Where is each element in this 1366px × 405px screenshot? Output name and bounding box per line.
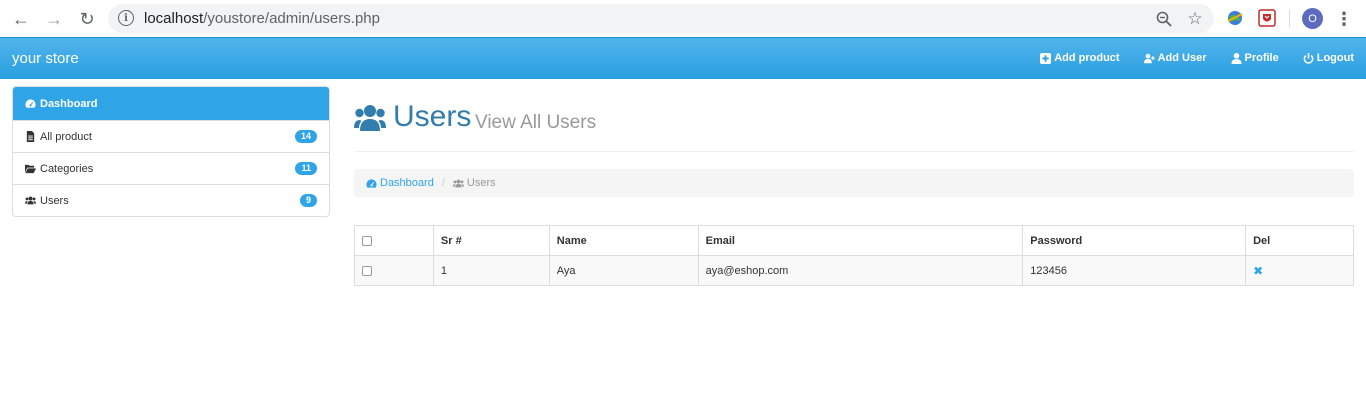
forward-arrow-icon[interactable]: → [43,8,65,30]
extension-shield-icon[interactable] [1258,9,1276,27]
zoom-icon[interactable] [1154,9,1174,29]
info-icon[interactable]: i [118,10,134,26]
profile-avatar[interactable]: O [1302,8,1323,29]
row-select-cell [354,255,434,286]
brand-link[interactable]: your store [12,50,79,67]
column-header-password: Password [1022,225,1247,256]
page-header: Users View All Users [354,100,1354,152]
page-title: Users [393,100,472,133]
users-icon [452,179,464,187]
navbar-links: Add product Add User Profile Logout [1040,52,1354,64]
column-header-email: Email [697,225,1024,256]
sidebar-item-label: Dashboard [40,97,98,110]
users-icon [354,105,386,131]
bookmark-star-icon[interactable]: ☆ [1185,9,1205,29]
plus-square-icon [1040,52,1052,64]
add-user-label: Add User [1157,52,1207,64]
sidebar-item-label: Users [40,194,69,207]
profile-link[interactable]: Profile [1230,52,1279,64]
dashboard-icon [366,178,377,188]
count-badge: 9 [299,194,317,207]
sidebar-item-all-product[interactable]: All product 14 [13,120,329,152]
breadcrumb: Dashboard / Users [354,169,1354,197]
add-user-link[interactable]: Add User [1143,52,1207,64]
power-icon [1303,52,1314,64]
sidebar-item-label: All product [40,130,92,143]
sidebar-item-label: Categories [40,162,94,175]
browser-toolbar: ← → ↻ i localhost/youstore/admin/users.p… [0,0,1366,37]
table-header-row: Sr # Name Email Password Del [354,225,1354,256]
logout-link[interactable]: Logout [1303,52,1354,64]
logout-label: Logout [1316,52,1354,64]
url-path: /youstore/admin/users.php [203,10,380,27]
column-header-del: Del [1245,225,1354,256]
select-all-cell [354,225,434,256]
users-table: Sr # Name Email Password Del 1 Aya aya@e… [354,225,1354,286]
count-badge: 11 [295,162,317,175]
user-icon [1230,52,1242,64]
cell-sr: 1 [432,255,550,286]
profile-label: Profile [1244,52,1279,64]
table-row: 1 Aya aya@eshop.com 123456 ✖ [354,255,1354,286]
count-badge: 14 [294,130,317,143]
breadcrumb-home-label: Dashboard [380,177,434,189]
row-checkbox[interactable] [362,265,372,276]
user-plus-icon [1143,53,1155,63]
add-product-link[interactable]: Add product [1040,52,1120,64]
breadcrumb-dashboard-link[interactable]: Dashboard [366,177,434,189]
reload-icon[interactable]: ↻ [76,8,98,30]
extension-globe-icon[interactable] [1226,9,1244,27]
cell-email: aya@eshop.com [697,255,1024,286]
sidebar-menu: Dashboard All product 14 Categories 11 U… [12,86,330,217]
back-arrow-icon[interactable]: ← [10,8,32,30]
sidebar-item-dashboard[interactable]: Dashboard [13,87,329,120]
column-header-sr: Sr # [432,225,550,256]
add-product-label: Add product [1054,52,1120,64]
cell-password: 123456 [1022,255,1247,286]
sidebar-item-users[interactable]: Users 9 [13,184,329,216]
breadcrumb-current-label: Users [466,177,496,189]
top-navbar: your store Add product Add User Profile … [0,37,1366,79]
file-icon [26,131,35,142]
cell-del: ✖ [1245,255,1354,286]
users-icon [25,196,36,205]
breadcrumb-separator: / [441,177,445,189]
url-host: localhost [144,10,204,27]
cell-name: Aya [548,255,699,286]
dashboard-icon [25,99,36,108]
toolbar-divider [1289,10,1290,27]
column-header-name: Name [548,225,699,256]
delete-icon[interactable]: ✖ [1253,264,1263,278]
url-text[interactable]: localhost/youstore/admin/users.php [144,10,380,27]
sidebar-item-categories[interactable]: Categories 11 [13,152,329,184]
breadcrumb-current: Users [452,177,496,189]
menu-kebab-icon[interactable]: ⋮ [1335,8,1353,30]
select-all-checkbox[interactable] [362,235,372,246]
page-subtitle: View All Users [475,112,597,133]
folder-open-icon [25,164,36,174]
address-bar[interactable]: i localhost/youstore/admin/users.php ☆ [108,4,1214,33]
